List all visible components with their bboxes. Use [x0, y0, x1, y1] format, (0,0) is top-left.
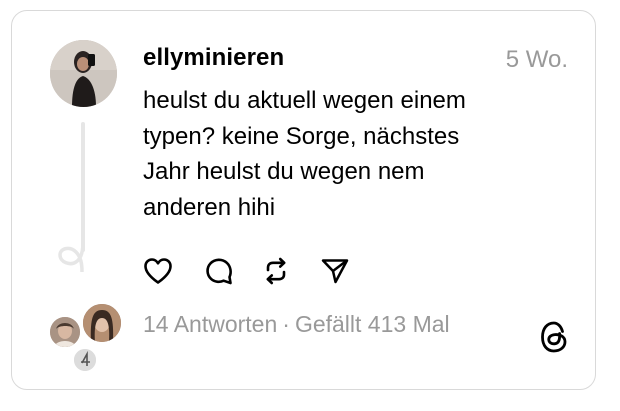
- repost-button[interactable]: [259, 254, 293, 288]
- post-text-line: heulst du aktuell wegen einem: [143, 87, 466, 114]
- send-icon: [321, 259, 349, 284]
- author-username[interactable]: ellyminieren: [143, 44, 284, 72]
- heart-icon: [144, 258, 172, 284]
- thread-loop-icon: [58, 240, 85, 272]
- repost-icon: [266, 257, 286, 285]
- comment-icon: [206, 258, 232, 285]
- post-text: heulst du aktuell wegen einem typen? kei…: [143, 83, 563, 225]
- stats-separator: ·: [282, 311, 290, 337]
- reply-avatar[interactable]: [81, 302, 123, 344]
- likes-count[interactable]: Gefällt 413 Mal: [295, 311, 450, 337]
- author-avatar[interactable]: [50, 40, 117, 107]
- thread-line: [81, 122, 85, 252]
- post-text-line: anderen hihi: [143, 193, 276, 221]
- reply-avatar[interactable]: [48, 315, 82, 349]
- post-text-line: Jahr heulst du wegen nem: [143, 158, 425, 185]
- post-text-line: typen? keine Sorge, nächstes: [143, 122, 460, 150]
- post-stats: 14 Antworten · Gefällt 413 Mal: [143, 311, 450, 338]
- reply-button[interactable]: [202, 254, 236, 288]
- post-timestamp[interactable]: 5 Wo.: [506, 46, 568, 74]
- share-button[interactable]: [318, 254, 352, 288]
- threads-logo-icon[interactable]: [538, 319, 570, 355]
- like-button[interactable]: [141, 254, 175, 288]
- replies-count[interactable]: 14 Antworten: [143, 311, 277, 337]
- reply-avatar[interactable]: [72, 347, 98, 373]
